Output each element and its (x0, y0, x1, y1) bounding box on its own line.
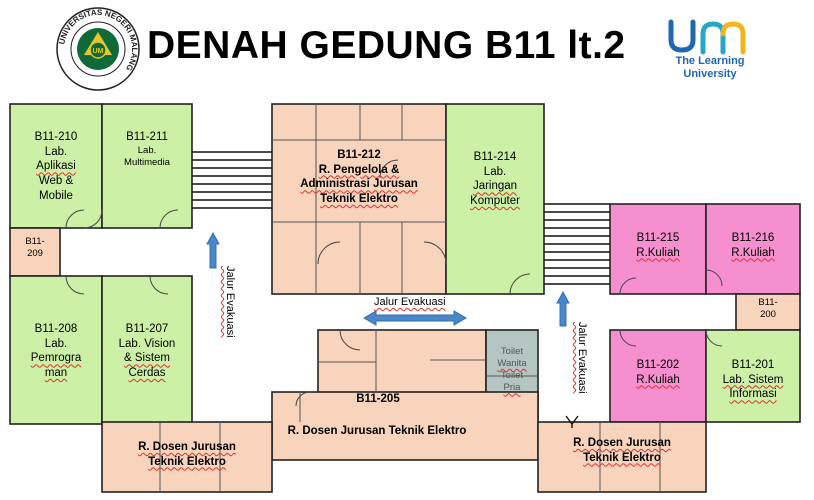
label-b11-215: B11-215 R.Kuliah (636, 232, 680, 259)
evac-label-left: Jalur Evakuasi (224, 266, 236, 338)
label-b11-212: B11-212 R. Pengelola & Administrasi Juru… (300, 149, 418, 206)
evacuation-arrow-right (556, 290, 570, 327)
label-b11-211: B11-211 Lab. Multimedia (124, 131, 170, 168)
label-b11-209: B11- 209 (25, 236, 45, 260)
evac-label-horizontal: Jalur Evakuasi (374, 296, 446, 308)
label-dosen-right: R. Dosen Jurusan Teknik Elektro (573, 437, 671, 464)
evac-label-right: Jalur Evakuasi (576, 322, 588, 394)
evacuation-arrow-horizontal (363, 310, 467, 326)
label-b11-216: B11-216 R.Kuliah (731, 232, 775, 259)
label-b11-208: B11-208 Lab. Pemrogra man (30, 323, 82, 380)
label-b11-214: B11-214 Lab. Jaringan Komputer (470, 151, 520, 208)
label-b11-202: B11-202 R.Kuliah (636, 359, 680, 386)
label-b11-210: B11-210 Lab. Aplikasi Web & Mobile (10, 130, 102, 204)
label-b11-201: B11-201 Lab. Sistem Informasi (722, 359, 784, 401)
evacuation-arrow-left (206, 231, 220, 269)
label-b11-205-name: R. Dosen Jurusan Teknik Elektro (287, 425, 467, 437)
label-b11-207: B11-207 Lab. Vision & Sistem Cerdas (118, 323, 176, 380)
stairs-right (544, 203, 610, 285)
label-b11-205-code: B11-205 (356, 393, 400, 405)
stairs-left (192, 151, 272, 209)
label-dosen-left: R. Dosen Jurusan Teknik Elektro (138, 441, 236, 468)
room-code: B11-210 (34, 131, 78, 143)
label-b11-200: B11- 200 (758, 297, 778, 321)
label-toilet: Toilet Wanita Toilet Pria (497, 346, 527, 394)
